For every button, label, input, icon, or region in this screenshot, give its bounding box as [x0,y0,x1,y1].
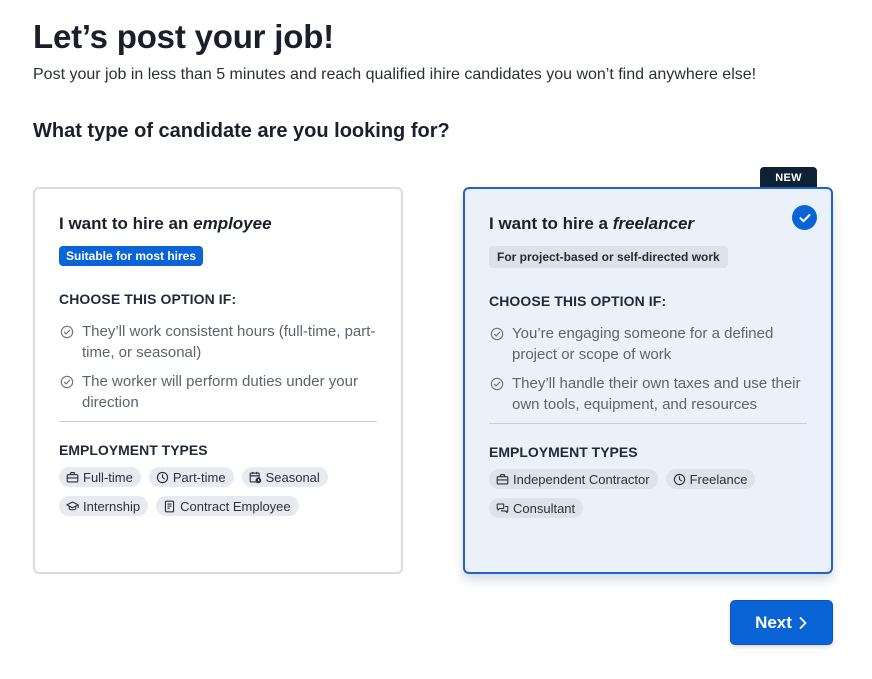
type-pill-internship: Internship [59,496,149,516]
check-circle-icon [490,377,504,391]
next-button-label: Next [755,612,792,632]
type-pill-part-time: Part-time [148,467,234,487]
clock-icon [156,471,169,483]
criteria-item: The worker will perform duties under you… [59,371,377,413]
new-badge: NEW [760,167,817,189]
criteria-item: You’re engaging someone for a defined pr… [489,323,807,365]
graduation-cap-icon [66,501,79,510]
page-title: Let’s post your job! [33,18,334,55]
freelancer-criteria-list: You’re engaging someone for a defined pr… [489,323,807,415]
employee-card-title: I want to hire an employee [59,214,272,233]
freelancer-option-card[interactable]: I want to hire a freelancer For project-… [463,187,833,574]
clock-icon [673,473,685,485]
briefcase-icon [496,473,509,485]
card-divider [59,421,377,422]
employee-criteria-heading: CHOOSE THIS OPTION IF: [59,291,237,307]
freelancer-tag-badge: For project-based or self-directed work [489,246,728,268]
calendar-clock-icon [249,471,261,483]
briefcase-icon [66,471,79,483]
type-pill-freelance: Freelance [665,469,756,489]
employee-criteria-list: They’ll work consistent hours (full-time… [59,321,377,413]
employee-tag-badge: Suitable for most hires [59,246,204,266]
type-pill-seasonal: Seasonal [241,467,328,487]
criteria-item: They’ll handle their own taxes and use t… [489,373,807,415]
freelancer-types-list: Independent Contractor Freelance Consult… [489,469,819,527]
next-button[interactable]: Next [730,600,833,645]
selected-checkmark-icon [792,205,817,230]
check-circle-icon [60,325,74,339]
freelancer-types-heading: EMPLOYMENT TYPES [489,444,638,460]
freelancer-card-title: I want to hire a freelancer [489,214,695,233]
contract-icon [164,500,175,512]
type-pill-contract-employee: Contract Employee [156,496,299,516]
freelancer-criteria-heading: CHOOSE THIS OPTION IF: [489,293,667,309]
employee-option-card[interactable]: I want to hire an employee Suitable for … [33,187,403,574]
type-pill-consultant: Consultant [489,498,584,518]
card-divider [489,423,807,424]
employee-types-heading: EMPLOYMENT TYPES [59,442,208,458]
criteria-item: They’ll work consistent hours (full-time… [59,321,377,363]
candidate-type-question: What type of candidate are you looking f… [33,120,450,142]
type-pill-full-time: Full-time [59,467,141,487]
chevron-right-icon [799,616,807,629]
page-subtitle: Post your job in less than 5 minutes and… [33,66,757,83]
chat-bubbles-icon [496,503,509,513]
check-circle-icon [490,327,504,341]
employee-types-list: Full-time Part-time Seasonal Internship … [59,467,389,525]
type-pill-independent-contractor: Independent Contractor [489,469,658,489]
check-circle-icon [60,375,74,389]
